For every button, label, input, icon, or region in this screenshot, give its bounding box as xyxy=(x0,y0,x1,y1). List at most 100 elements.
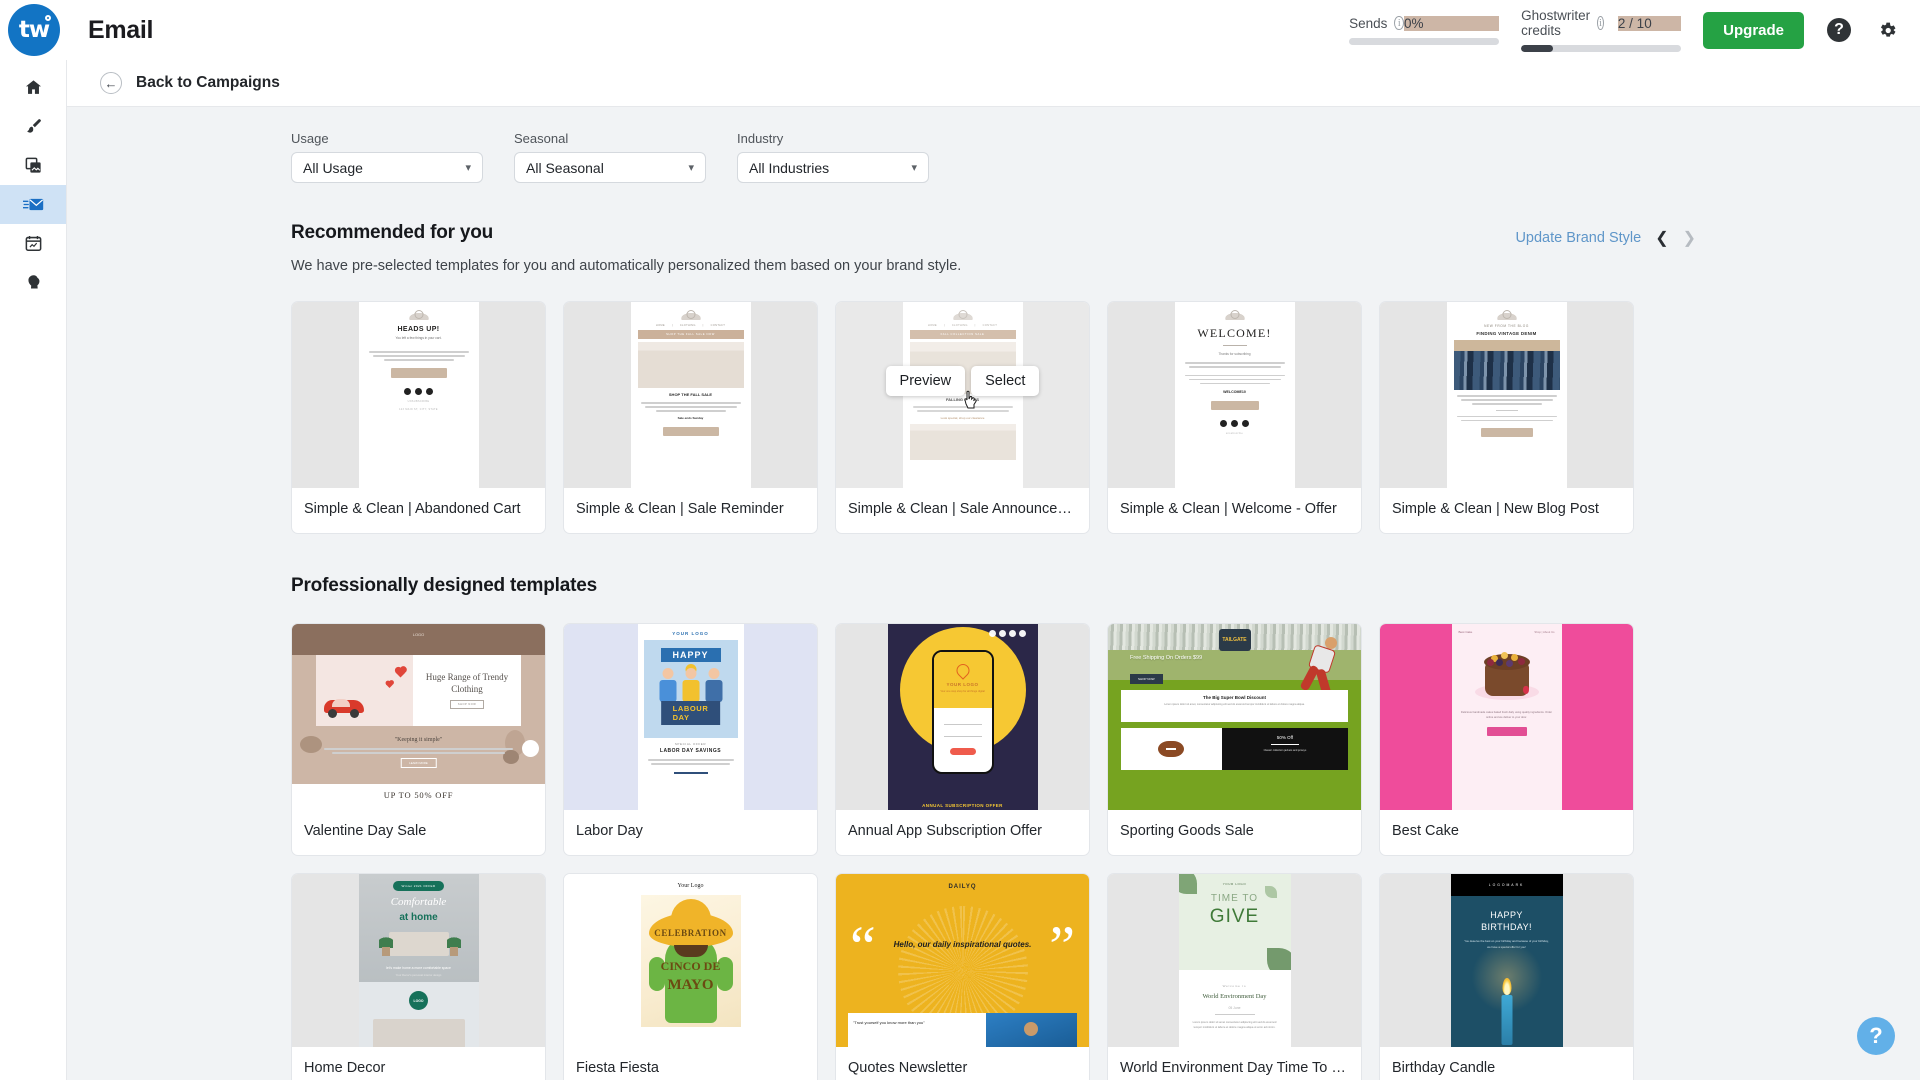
template-heading: HEADS UP! xyxy=(397,326,440,333)
template-card[interactable]: HOME | CLOTHING | CONTACT FALL COLLECTION SA… xyxy=(835,301,1090,534)
calendar-chart-icon xyxy=(24,234,43,253)
gear-icon[interactable] xyxy=(1874,17,1900,43)
update-brand-style-link[interactable]: Update Brand Style xyxy=(1515,230,1641,246)
template-card[interactable]: YOUR LOGO Your one stop shop for all thi… xyxy=(835,623,1090,856)
industry-select-value: All Industries xyxy=(749,159,830,176)
template-eyebrow: Welcome to xyxy=(1222,984,1247,988)
template-card[interactable]: Winter 2021 OFFER Comfortable at home le… xyxy=(291,873,546,1080)
recommended-section: Recommended for you We have pre-selected… xyxy=(67,222,1920,534)
sidebar-item-reports[interactable] xyxy=(0,224,66,263)
industry-select[interactable]: All Industries ▾ xyxy=(737,152,929,183)
home-icon xyxy=(24,78,43,97)
seasonal-select[interactable]: All Seasonal ▾ xyxy=(514,152,706,183)
template-headline: LABOR DAY SAVINGS xyxy=(659,748,722,754)
upgrade-button[interactable]: Upgrade xyxy=(1703,11,1804,49)
sends-label: Sends xyxy=(1349,15,1388,31)
template-thumbnail: LOGOMARK HAPPY BIRTHDAY! You deserve the… xyxy=(1380,874,1633,1047)
template-thumbnail: LOGO Huge Range of Trendy Clothing SHOP … xyxy=(292,624,545,810)
template-name: Simple & Clean | Sale Announcem... xyxy=(848,501,1082,517)
template-thumbnail: YOUR LOGO TIME TO GIVE Welcome to World … xyxy=(1108,874,1361,1047)
recommended-grid: HEADS UP! You left a few things in your … xyxy=(291,301,1696,534)
template-badge: Winter 2021 OFFER xyxy=(392,881,445,891)
template-thumbnail: TAILGATE Free Shipping On Orders $99 SHO… xyxy=(1108,624,1361,810)
template-headline: Huge Range of Trendy Clothing xyxy=(425,672,509,694)
template-sub-2: Your Decor's personal interior design xyxy=(395,973,442,977)
template-card[interactable]: WELCOME! Thanks for subscribing WELCOME1… xyxy=(1107,301,1362,534)
chevron-down-icon: ▾ xyxy=(911,162,917,174)
filter-industry-label: Industry xyxy=(737,131,784,146)
chevron-right-icon[interactable]: ❯ xyxy=(1683,228,1696,248)
template-thumbnail: NEW FROM THE BLOG FINDING VINTAGE DENIM xyxy=(1380,302,1633,488)
template-quote: Hello, our daily inspirational quotes. xyxy=(893,940,1032,949)
sub-header: ← Back to Campaigns xyxy=(67,60,1920,107)
info-icon[interactable]: i xyxy=(1394,16,1405,30)
template-text-1: CELEBRATION xyxy=(654,928,727,938)
template-name: Simple & Clean | Sale Reminder xyxy=(576,501,784,517)
template-logo: LOGOMARK xyxy=(1450,874,1563,896)
bird-icon xyxy=(24,273,43,292)
template-card[interactable]: TAILGATE Free Shipping On Orders $99 SHO… xyxy=(1107,623,1362,856)
paintbrush-icon xyxy=(24,117,43,136)
template-card[interactable]: NEW FROM THE BLOG FINDING VINTAGE DENIM … xyxy=(1379,301,1634,534)
filters-bar: Usage All Usage ▾ Seasonal All Seasonal … xyxy=(67,131,1920,183)
template-cta-2: LEARN MORE xyxy=(400,758,437,768)
template-banner: FALL COLLECTION SALE xyxy=(909,330,1016,339)
usage-select[interactable]: All Usage ▾ xyxy=(291,152,483,183)
mouse-cursor-icon xyxy=(964,390,977,409)
template-card[interactable]: YOUR LOGO HAPPY LABOUR DAY SPECIAL OFFER… xyxy=(563,623,818,856)
template-logo: YOUR LOGO xyxy=(946,682,979,687)
template-logo: LOGO xyxy=(409,991,428,1010)
template-ribbon: LABOUR DAY xyxy=(660,701,721,725)
chevron-left-icon[interactable]: ❮ xyxy=(1655,228,1668,248)
template-card[interactable]: DAILYQ “ ” Hello, our daily inspirationa… xyxy=(835,873,1090,1080)
template-name: Sporting Goods Sale xyxy=(1120,823,1254,839)
seasonal-select-value: All Seasonal xyxy=(526,159,604,176)
template-name: Birthday Candle xyxy=(1392,1060,1496,1076)
chevron-down-icon: ▾ xyxy=(465,162,471,174)
template-card[interactable]: Your Logo CELEBRATION CINCO DE MAYO Fies… xyxy=(563,873,818,1080)
template-headline: The Big Super Bowl Discount xyxy=(1202,695,1266,700)
help-icon[interactable]: ? xyxy=(1826,17,1852,43)
sidebar-item-audience[interactable] xyxy=(0,263,66,302)
filter-usage-label: Usage xyxy=(291,131,329,146)
template-headline-2: at home xyxy=(399,912,438,923)
template-offer: 50% Off xyxy=(1276,735,1294,740)
back-to-campaigns-button[interactable]: ← Back to Campaigns xyxy=(100,72,280,94)
template-logo: DAILYQ xyxy=(948,884,977,890)
ghostwriter-value: 2 / 10 xyxy=(1617,15,1682,31)
template-thumbnail: WELCOME! Thanks for subscribing WELCOME1… xyxy=(1108,302,1361,488)
header-right-group: Sends i 0% Ghostwriter credits i 2 / 10 … xyxy=(1349,8,1920,52)
twilio-logo-icon[interactable]: tw xyxy=(8,4,60,56)
template-heading: FINDING VINTAGE DENIM xyxy=(1476,331,1537,336)
sidebar-item-design[interactable] xyxy=(0,107,66,146)
template-card[interactable]: YOUR LOGO TIME TO GIVE Welcome to World … xyxy=(1107,873,1362,1080)
template-banner: SHOP THE FALL SALE NOW xyxy=(637,330,744,339)
preview-button[interactable]: Preview xyxy=(885,366,966,396)
template-thumbnail: Best Cake Shop | About Us Delicious hand… xyxy=(1380,624,1633,810)
template-card[interactable]: HEADS UP! You left a few things in your … xyxy=(291,301,546,534)
sends-value: 0% xyxy=(1404,15,1500,31)
template-headline-1: HAPPY xyxy=(1490,910,1523,920)
select-button[interactable]: Select xyxy=(971,366,1040,396)
template-card[interactable]: Best Cake Shop | About Us Delicious hand… xyxy=(1379,623,1634,856)
template-name: Fiesta Fiesta xyxy=(576,1060,659,1076)
template-logo: Best Cake xyxy=(1458,630,1473,634)
sidebar-item-assets[interactable] xyxy=(0,146,66,185)
template-thumbnail: YOUR LOGO Your one stop shop for all thi… xyxy=(836,624,1089,810)
template-card[interactable]: HOME | CLOTHING | CONTACT SHOP THE FALL SALE… xyxy=(563,301,818,534)
template-card[interactable]: LOGO Huge Range of Trendy Clothing SHOP … xyxy=(291,623,546,856)
recommended-title: Recommended for you xyxy=(291,222,494,243)
template-name: Valentine Day Sale xyxy=(304,823,427,839)
help-icon: ? xyxy=(1869,1023,1883,1048)
template-footer: UP TO 50% OFF xyxy=(292,784,545,810)
template-thumbnail: YOUR LOGO HAPPY LABOUR DAY SPECIAL OFFER… xyxy=(564,624,817,810)
info-icon[interactable]: i xyxy=(1597,16,1604,30)
images-icon xyxy=(24,156,43,175)
sidebar-item-email[interactable] xyxy=(0,185,66,224)
help-fab-button[interactable]: ? xyxy=(1857,1017,1895,1055)
sidebar-item-home[interactable] xyxy=(0,68,66,107)
template-name: Annual App Subscription Offer xyxy=(848,823,1042,839)
template-card[interactable]: LOGOMARK HAPPY BIRTHDAY! You deserve the… xyxy=(1379,873,1634,1080)
template-thumbnail: DAILYQ “ ” Hello, our daily inspirationa… xyxy=(836,874,1089,1047)
template-thumbnail: HEADS UP! You left a few things in your … xyxy=(292,302,545,488)
